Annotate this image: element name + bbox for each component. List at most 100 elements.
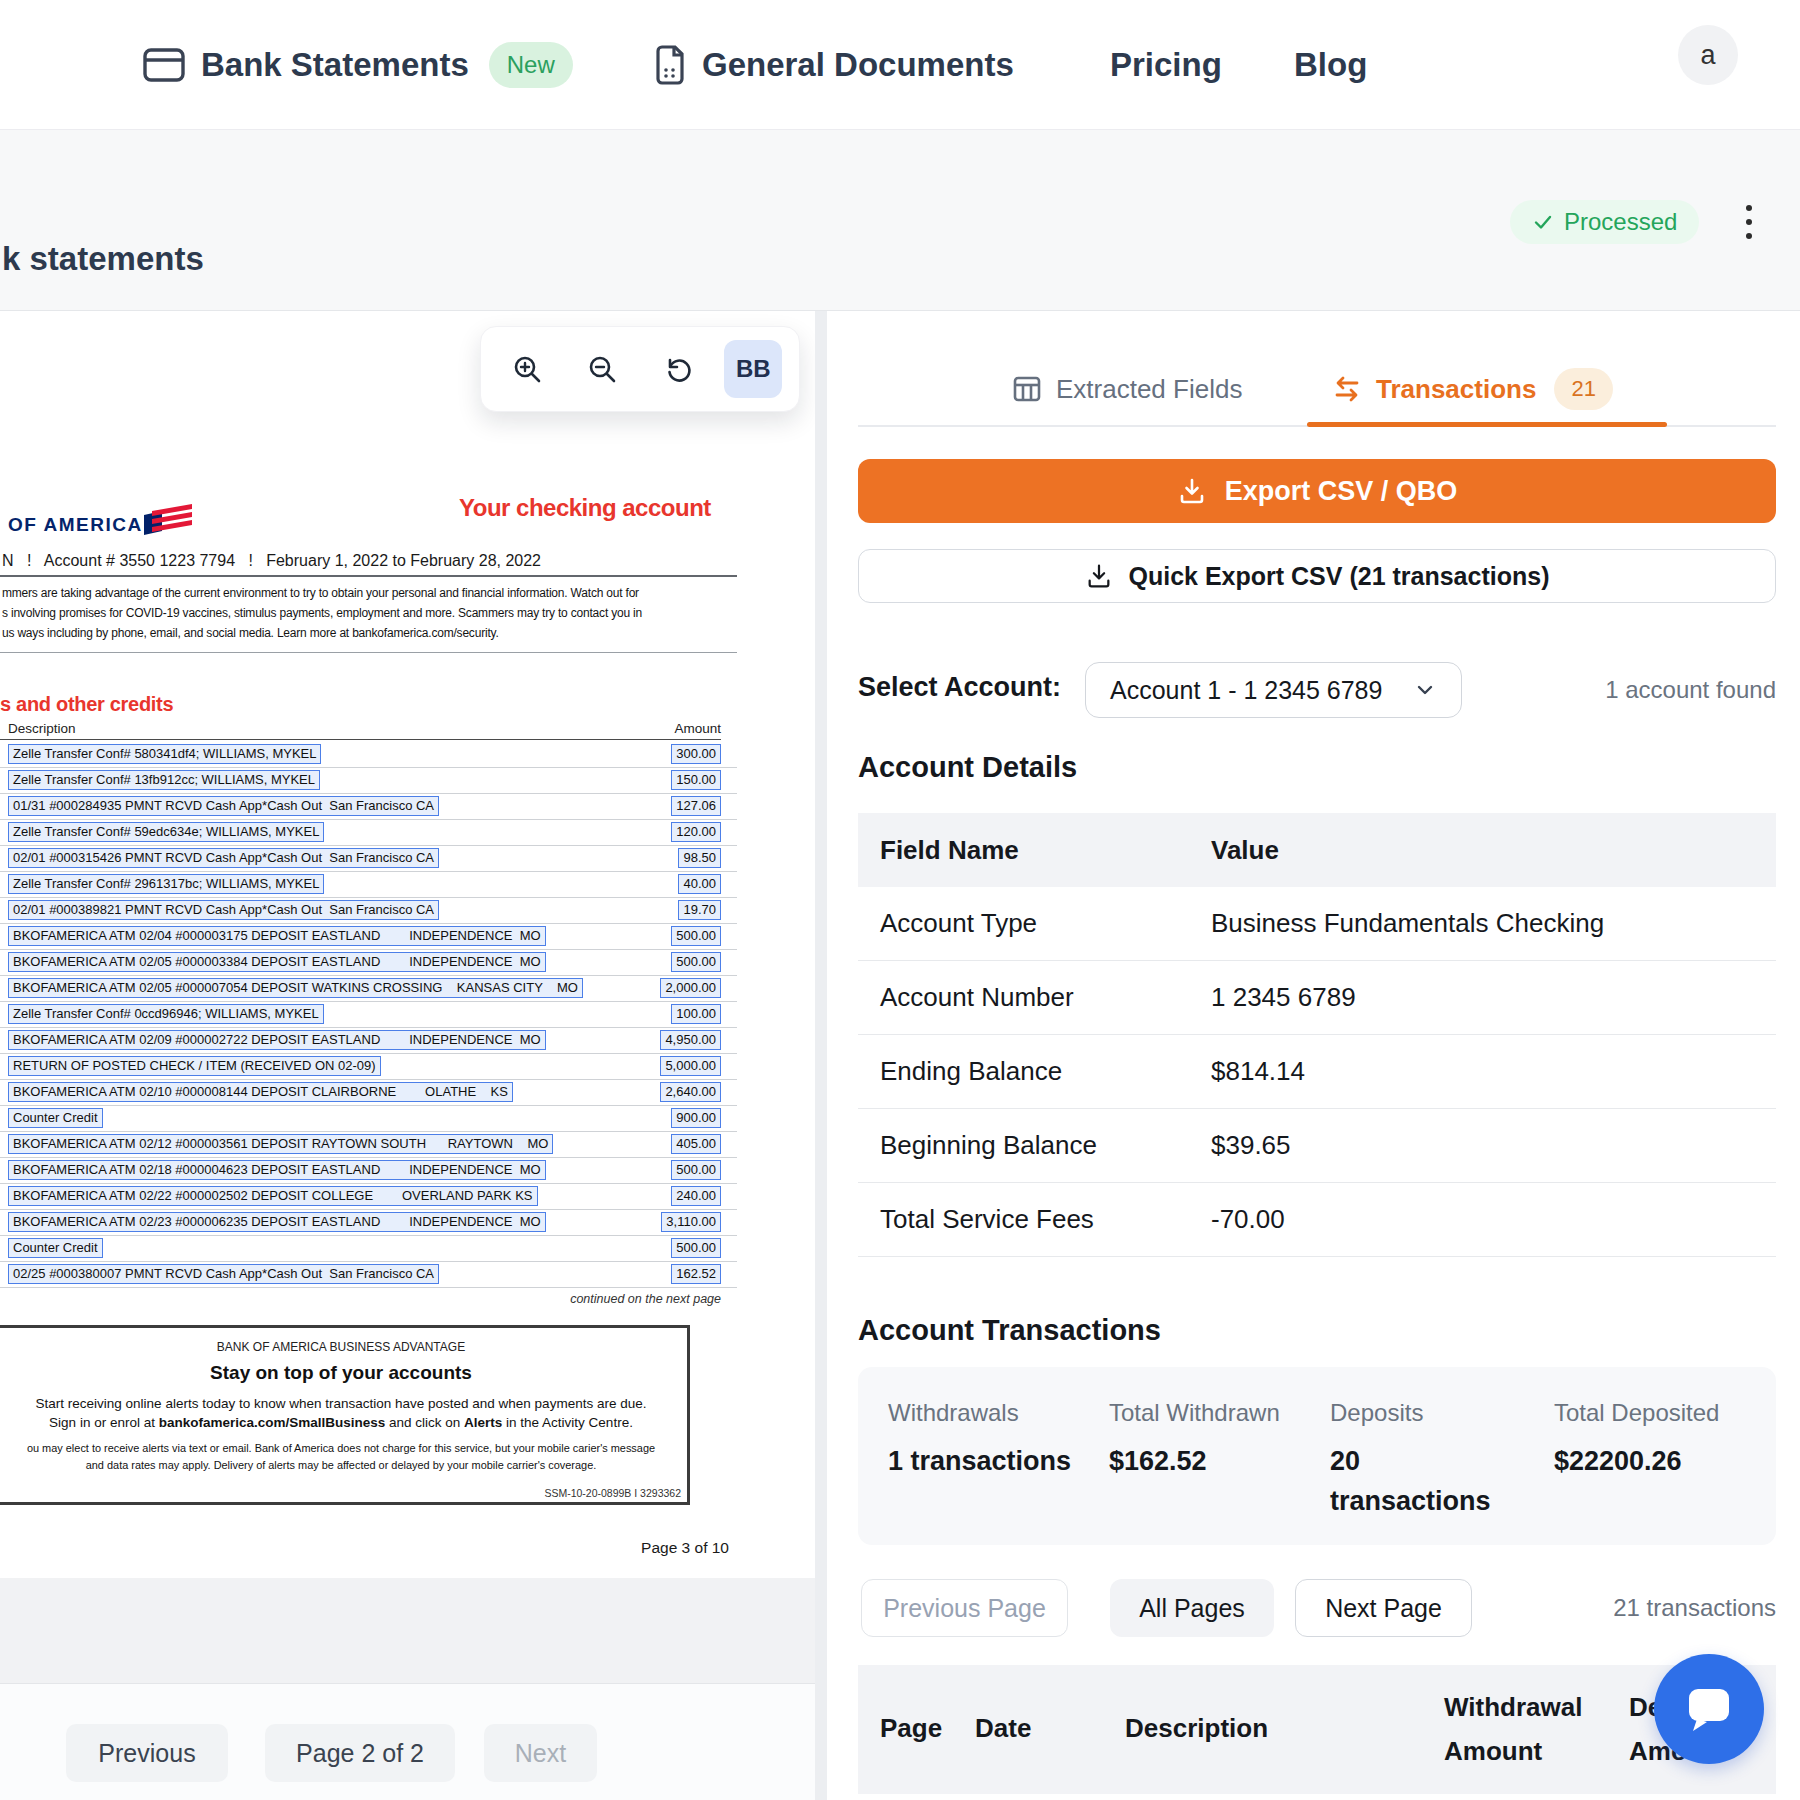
zoom-out-button[interactable]: [573, 340, 631, 398]
bb-button[interactable]: BB: [724, 340, 782, 398]
kebab-menu[interactable]: [1733, 200, 1765, 244]
extracted-amount-highlight[interactable]: 900.00: [671, 1108, 721, 1128]
extracted-amount-highlight[interactable]: 162.52: [671, 1264, 721, 1284]
extracted-amount-highlight[interactable]: 120.00: [671, 822, 721, 842]
extracted-description-highlight[interactable]: Zelle Transfer Conf# 59edc634e; WILLIAMS…: [8, 822, 324, 842]
extracted-description-highlight[interactable]: RETURN OF POSTED CHECK / ITEM (RECEIVED …: [8, 1056, 381, 1076]
extracted-amount-highlight[interactable]: 300.00: [671, 744, 721, 764]
bank-card-icon: [143, 48, 185, 82]
extraction-panel: Extracted Fields Transactions 21 Export …: [827, 310, 1800, 1800]
extracted-description-highlight[interactable]: BKOFAMERICA ATM 02/18 #000004623 DEPOSIT…: [8, 1160, 546, 1180]
extracted-description-highlight[interactable]: 02/01 #000315426 PMNT RCVD Cash App*Cash…: [8, 848, 439, 868]
statement-row: BKOFAMERICA ATM 02/18 #000004623 DEPOSIT…: [0, 1158, 737, 1184]
chat-icon: [1681, 1683, 1737, 1735]
statement-row: BKOFAMERICA ATM 02/05 #000003384 DEPOSIT…: [0, 950, 737, 976]
nav-pricing[interactable]: Pricing: [1110, 0, 1222, 130]
extracted-description-highlight[interactable]: 01/31 #000284935 PMNT RCVD Cash App*Cash…: [8, 796, 439, 816]
nav-blog[interactable]: Blog: [1294, 0, 1367, 130]
summary-stat: Withdrawals 1 transactions: [888, 1399, 1109, 1521]
export-csv-qbo-button[interactable]: Export CSV / QBO: [858, 459, 1776, 523]
extracted-amount-highlight[interactable]: 2,640.00: [660, 1082, 721, 1102]
account-details-heading: Account Details: [858, 751, 1077, 784]
statement-rows: Zelle Transfer Conf# 580341df4; WILLIAMS…: [0, 742, 737, 1288]
transactions-count-text: 21 transactions: [1613, 1594, 1776, 1622]
nav-general-documents[interactable]: General Documents: [654, 0, 1014, 130]
check-icon: [1532, 211, 1554, 233]
extracted-description-highlight[interactable]: BKOFAMERICA ATM 02/22 #000002502 DEPOSIT…: [8, 1186, 538, 1206]
extracted-description-highlight[interactable]: Zelle Transfer Conf# 2961317bc; WILLIAMS…: [8, 874, 324, 894]
zoom-in-button[interactable]: [498, 340, 556, 398]
statement-row: BKOFAMERICA ATM 02/05 #000007054 DEPOSIT…: [0, 976, 737, 1002]
extracted-description-highlight[interactable]: 02/25 #000380007 PMNT RCVD Cash App*Cash…: [8, 1264, 439, 1284]
statement-title: Your checking account: [459, 494, 711, 522]
extracted-amount-highlight[interactable]: 500.00: [671, 952, 721, 972]
chat-widget-button[interactable]: [1654, 1654, 1764, 1764]
next-page-button[interactable]: Next: [484, 1724, 597, 1782]
extracted-amount-highlight[interactable]: 4,950.00: [660, 1030, 721, 1050]
details-table-row: Total Service Fees -70.00: [858, 1183, 1776, 1257]
tab-transactions[interactable]: Transactions 21: [1332, 359, 1613, 419]
extracted-description-highlight[interactable]: Zelle Transfer Conf# 0ccd96946; WILLIAMS…: [8, 1004, 324, 1024]
statement-columns: Description Amount: [8, 721, 721, 736]
extracted-amount-highlight[interactable]: 500.00: [671, 926, 721, 946]
transactions-all-pages-button[interactable]: All Pages: [1110, 1579, 1274, 1637]
account-line: N ! Account # 3550 1223 7794 ! February …: [2, 552, 541, 570]
extracted-description-highlight[interactable]: BKOFAMERICA ATM 02/23 #000006235 DEPOSIT…: [8, 1212, 546, 1232]
extracted-amount-highlight[interactable]: 98.50: [678, 848, 721, 868]
extracted-description-highlight[interactable]: 02/01 #000389821 PMNT RCVD Cash App*Cash…: [8, 900, 439, 920]
extracted-amount-highlight[interactable]: 19.70: [678, 900, 721, 920]
summary-stat: Deposits 20 transactions: [1330, 1399, 1554, 1521]
extracted-description-highlight[interactable]: Zelle Transfer Conf# 13fb912cc; WILLIAMS…: [8, 770, 320, 790]
extracted-amount-highlight[interactable]: 500.00: [671, 1238, 721, 1258]
table-icon: [1012, 374, 1042, 404]
account-select-dropdown[interactable]: Account 1 - 1 2345 6789: [1085, 662, 1462, 718]
viewer-footer: Previous Page 2 of 2 Next: [0, 1683, 815, 1800]
statement-row: Counter Credit 500.00: [0, 1236, 737, 1262]
nav-bank-statements[interactable]: Bank Statements New: [143, 0, 573, 130]
extracted-amount-highlight[interactable]: 3,110.00: [661, 1212, 721, 1232]
download-icon: [1177, 476, 1207, 506]
transactions-previous-page-button[interactable]: Previous Page: [861, 1579, 1068, 1637]
extracted-description-highlight[interactable]: Counter Credit: [8, 1238, 103, 1258]
extracted-amount-highlight[interactable]: 127.06: [671, 796, 721, 816]
extracted-amount-highlight[interactable]: 150.00: [671, 770, 721, 790]
extracted-amount-highlight[interactable]: 100.00: [671, 1004, 721, 1024]
extracted-amount-highlight[interactable]: 40.00: [678, 874, 721, 894]
extracted-amount-highlight[interactable]: 2,000.00: [660, 978, 721, 998]
transactions-table-header: Page Date Description Withdrawal Amount …: [858, 1665, 1776, 1794]
details-table-row: Account Type Business Fundamentals Check…: [858, 887, 1776, 961]
ad-paragraph-1: Start receiving online alerts today to k…: [0, 1394, 687, 1432]
transactions-count-badge: 21: [1554, 368, 1612, 410]
extracted-amount-highlight[interactable]: 405.00: [671, 1134, 721, 1154]
extracted-amount-highlight[interactable]: 5,000.00: [660, 1056, 721, 1076]
ad-paragraph-2: ou may elect to receive alerts via text …: [12, 1440, 669, 1474]
tab-extracted-fields[interactable]: Extracted Fields: [1012, 359, 1242, 419]
extracted-description-highlight[interactable]: BKOFAMERICA ATM 02/05 #000003384 DEPOSIT…: [8, 952, 546, 972]
extracted-description-highlight[interactable]: Counter Credit: [8, 1108, 103, 1128]
extracted-description-highlight[interactable]: BKOFAMERICA ATM 02/10 #000008144 DEPOSIT…: [8, 1082, 513, 1102]
document-icon: [654, 45, 686, 85]
chevron-down-icon: [1413, 678, 1437, 702]
extracted-description-highlight[interactable]: BKOFAMERICA ATM 02/12 #000003561 DEPOSIT…: [8, 1134, 553, 1154]
transactions-summary-card: Withdrawals 1 transactions Total Withdra…: [858, 1367, 1776, 1545]
transactions-next-page-button[interactable]: Next Page: [1295, 1579, 1472, 1637]
top-nav: Bank Statements New General Documents Pr…: [0, 0, 1800, 130]
extracted-amount-highlight[interactable]: 500.00: [671, 1160, 721, 1180]
statement-row: BKOFAMERICA ATM 02/22 #000002502 DEPOSIT…: [0, 1184, 737, 1210]
extracted-description-highlight[interactable]: BKOFAMERICA ATM 02/05 #000007054 DEPOSIT…: [8, 978, 583, 998]
download-icon: [1085, 562, 1113, 590]
extracted-description-highlight[interactable]: BKOFAMERICA ATM 02/09 #000002722 DEPOSIT…: [8, 1030, 546, 1050]
quick-export-button[interactable]: Quick Export CSV (21 transactions): [858, 549, 1776, 603]
rotate-button[interactable]: [649, 340, 707, 398]
viewer-background: [0, 1578, 815, 1683]
statement-row: Zelle Transfer Conf# 13fb912cc; WILLIAMS…: [0, 768, 737, 794]
extracted-description-highlight[interactable]: Zelle Transfer Conf# 580341df4; WILLIAMS…: [8, 744, 321, 764]
statement-row: 02/01 #000315426 PMNT RCVD Cash App*Cash…: [0, 846, 737, 872]
previous-page-button[interactable]: Previous: [66, 1724, 228, 1782]
extracted-amount-highlight[interactable]: 240.00: [671, 1186, 721, 1206]
details-table-row: Account Number 1 2345 6789: [858, 961, 1776, 1035]
avatar[interactable]: a: [1678, 25, 1738, 85]
viewer-toolbar: BB: [480, 326, 800, 412]
statement-row: Counter Credit 900.00: [0, 1106, 737, 1132]
extracted-description-highlight[interactable]: BKOFAMERICA ATM 02/04 #000003175 DEPOSIT…: [8, 926, 546, 946]
